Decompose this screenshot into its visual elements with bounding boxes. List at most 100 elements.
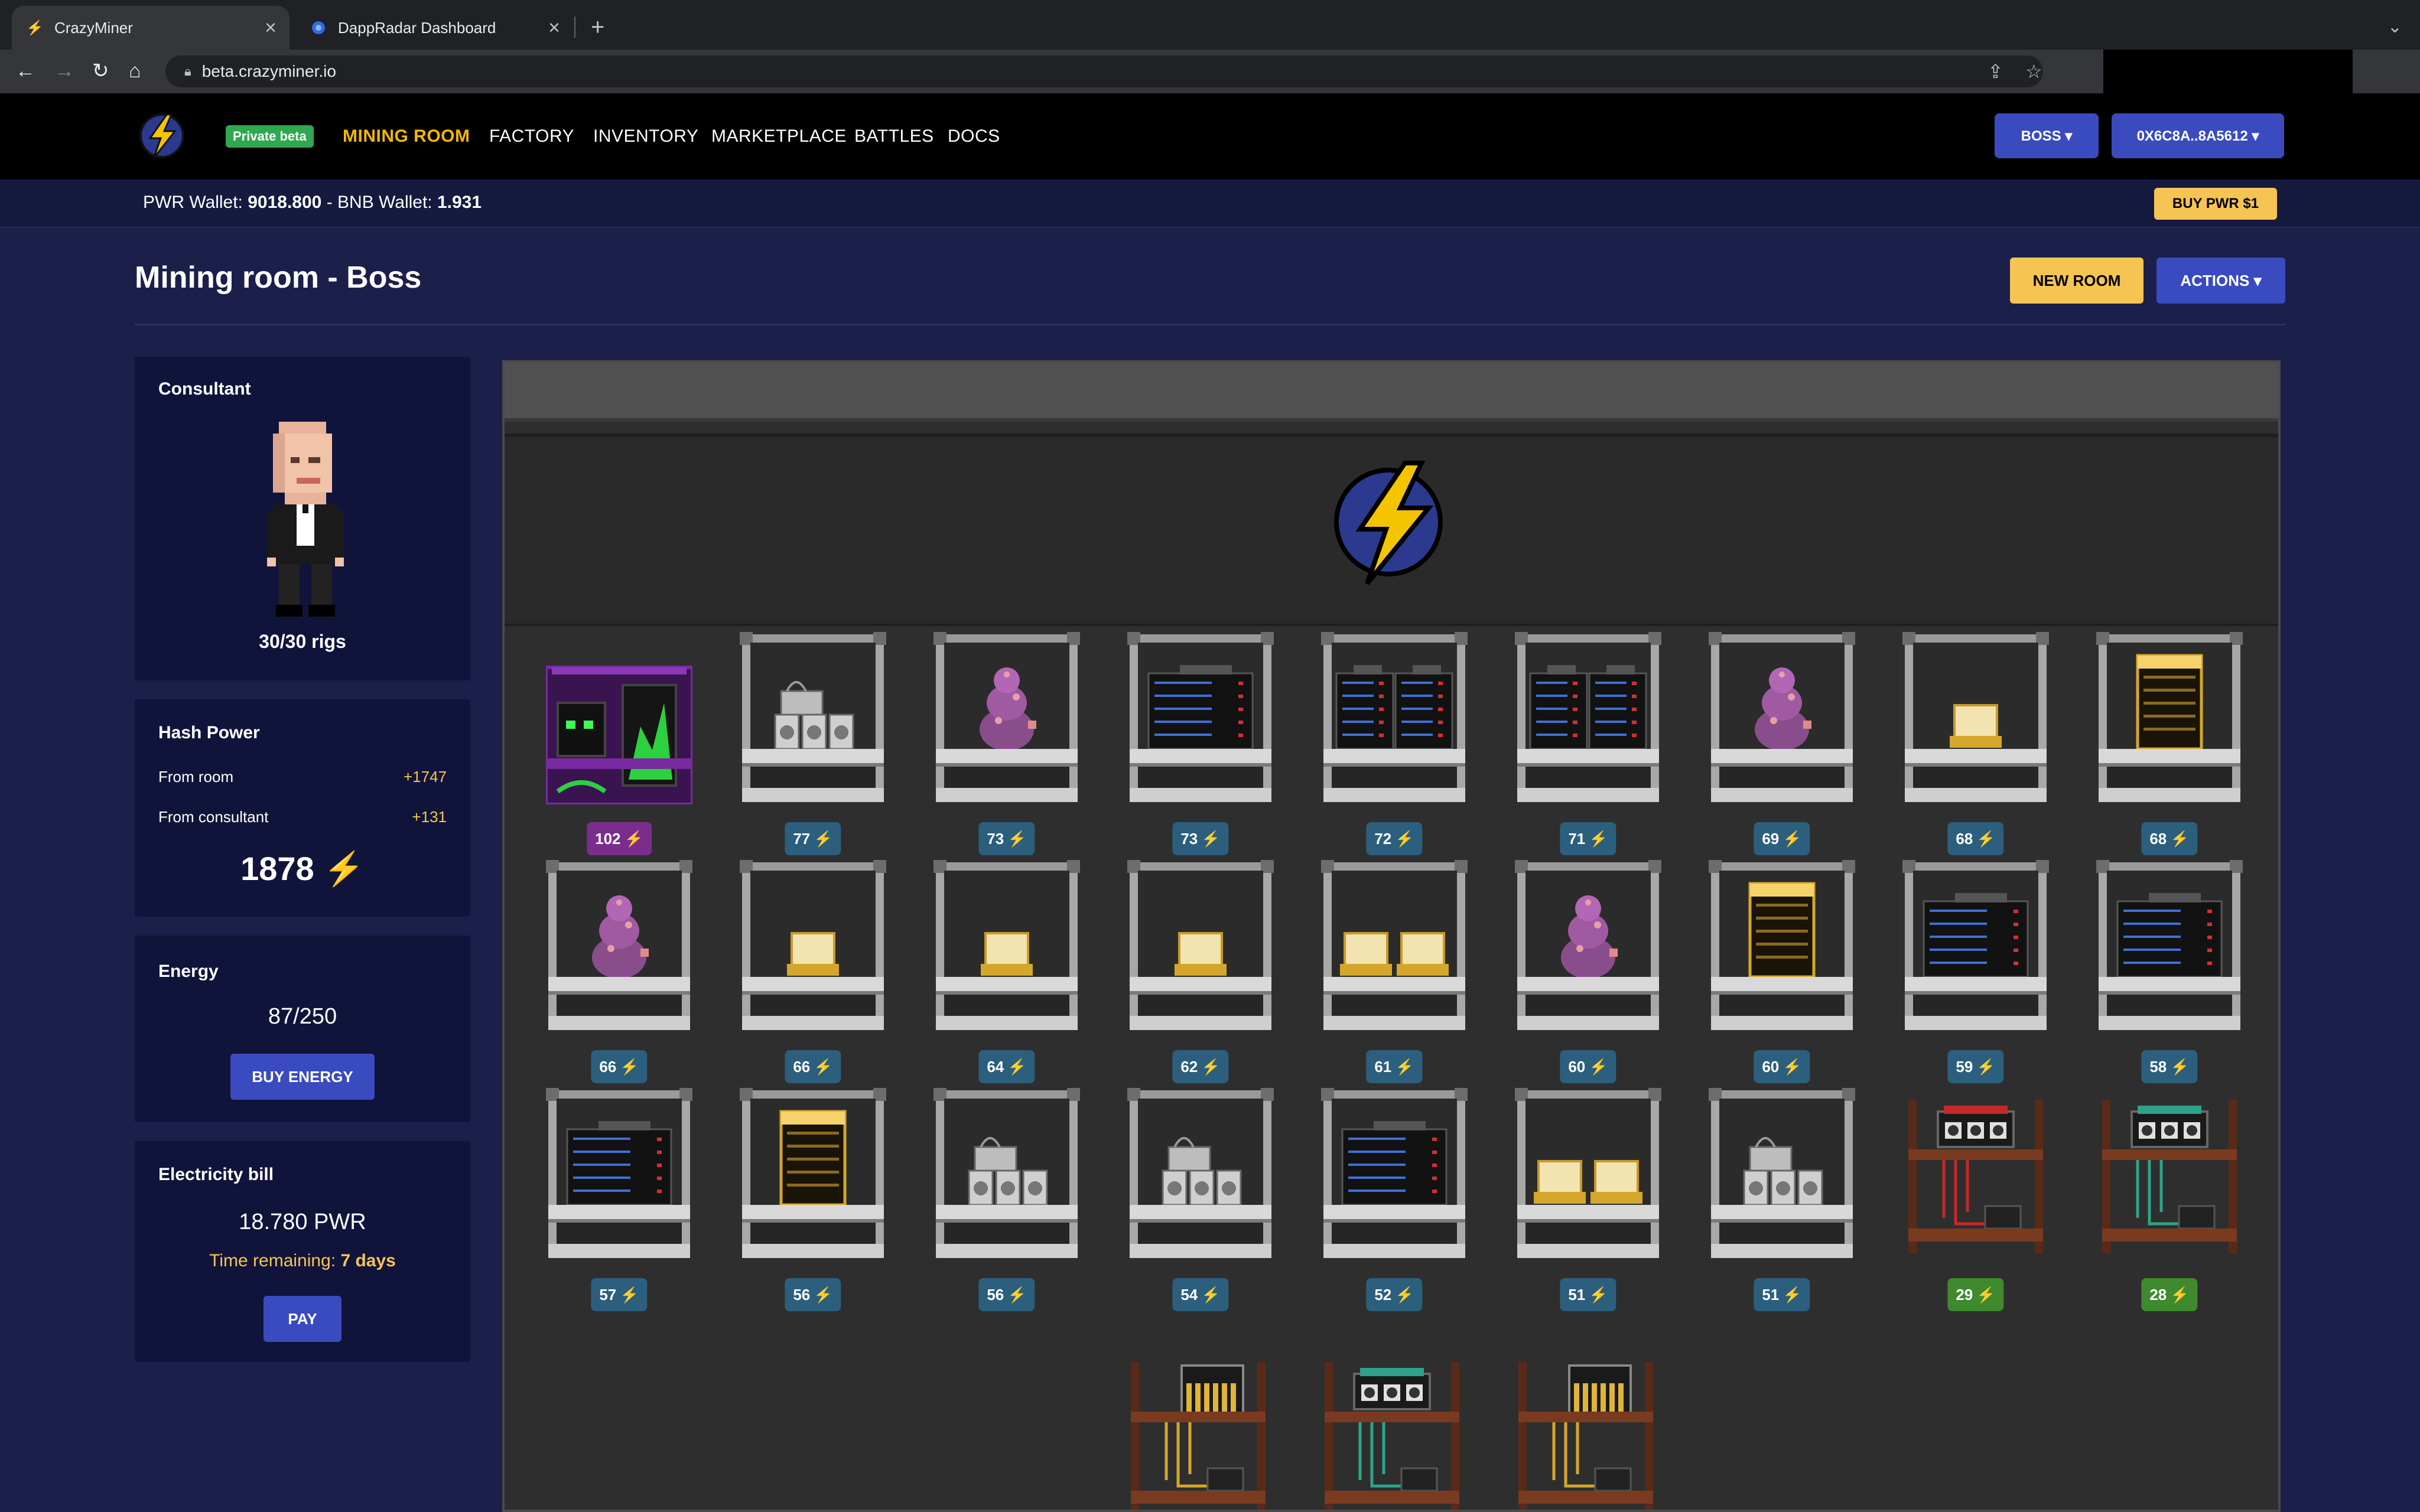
boss-dropdown-button[interactable]: BOSS ▾	[1995, 113, 2099, 158]
mining-rig-slot[interactable]: 61 ⚡	[1318, 860, 1471, 1083]
mining-rig-slot[interactable]: 56 ⚡	[930, 1088, 1084, 1311]
mining-rig-slot[interactable]: 71 ⚡	[1511, 632, 1665, 855]
nav-link-marketplace[interactable]: MARKETPLACE	[711, 126, 847, 146]
rig-hash-power-value: 62	[1180, 1057, 1198, 1076]
mining-rig-slot[interactable]: 51 ⚡	[1705, 1088, 1859, 1311]
nav-link-docs[interactable]: DOCS	[948, 126, 1000, 146]
rig-hash-power-value: 71	[1568, 829, 1586, 848]
mining-rig-slot[interactable]: 73 ⚡	[930, 632, 1084, 855]
rig-hash-power-badge: 64 ⚡	[978, 1050, 1035, 1083]
rig-hash-power-value: 60	[1762, 1057, 1780, 1076]
close-tab-icon[interactable]: ×	[265, 17, 277, 40]
mining-rig-slot[interactable]: 102 ⚡	[542, 632, 696, 855]
rig-hash-power-value: 66	[599, 1057, 617, 1076]
from-room-row: From room +1747	[158, 768, 447, 786]
mining-rig-slot[interactable]: 66 ⚡	[736, 860, 890, 1083]
energy-card: Energy 87/250 BUY ENERGY	[135, 936, 470, 1122]
tab-title: DappRadar Dashboard	[338, 18, 496, 37]
mining-rig-slot[interactable]: 51 ⚡	[1511, 1088, 1665, 1311]
rig-hash-power-value: 51	[1762, 1285, 1780, 1304]
mining-rig-slot[interactable]: 68 ⚡	[1899, 632, 2053, 855]
nav-link-factory[interactable]: FACTORY	[489, 126, 574, 146]
browser-tab-crazyminer[interactable]: ⚡ CrazyMiner ×	[12, 6, 290, 50]
rig-hash-power-value: 68	[1956, 829, 1973, 848]
mining-rig-slot[interactable]: 68 ⚡	[2093, 632, 2246, 855]
mining-rig-slot[interactable]: 69 ⚡	[1705, 632, 1859, 855]
mining-rig-slot[interactable]: ⚡	[1121, 1350, 1275, 1510]
rig-hash-power-badge: 102 ⚡	[587, 822, 652, 855]
rig-hash-power-badge: 57 ⚡	[591, 1278, 648, 1311]
mining-rig-slot[interactable]: 72 ⚡	[1318, 632, 1471, 855]
mining-rig-slot[interactable]: 64 ⚡	[930, 860, 1084, 1083]
pwr-wallet-value: 9018.800	[248, 193, 322, 212]
rig-hash-power-value: 61	[1374, 1057, 1392, 1076]
crazyminer-logo-icon[interactable]	[137, 111, 187, 161]
rig-hash-power-value: 57	[599, 1285, 617, 1304]
bolt-icon: ⚡	[814, 829, 833, 848]
buy-energy-button[interactable]: BUY ENERGY	[230, 1054, 375, 1100]
tab-separator	[574, 17, 575, 38]
mining-rig-slot[interactable]: 52 ⚡	[1318, 1088, 1471, 1311]
share-icon[interactable]: ⇪	[1988, 60, 2003, 83]
bolt-icon: ⚡	[1783, 829, 1802, 848]
consultant-avatar[interactable]	[267, 422, 344, 617]
bolt-icon: ⚡	[1007, 1057, 1027, 1076]
mining-rig-slot[interactable]: 60 ⚡	[1705, 860, 1859, 1083]
forward-icon[interactable]: →	[54, 59, 74, 83]
mining-rig-slot[interactable]: 73 ⚡	[1124, 632, 1277, 855]
room-ceiling	[505, 363, 2278, 422]
mining-rig-slot[interactable]: 56 ⚡	[736, 1088, 890, 1311]
bolt-icon: ⚡	[1395, 1057, 1414, 1076]
bolt-icon: ⚡	[1395, 829, 1414, 848]
bolt-icon: ⚡	[323, 850, 365, 887]
mining-rig-slot[interactable]: ⚡	[1509, 1350, 1663, 1510]
mining-rig-slot[interactable]: 28 ⚡	[2093, 1088, 2246, 1311]
browser-tab-dappradar[interactable]: DappRadar Dashboard ×	[295, 6, 573, 50]
reload-icon[interactable]: ↻	[92, 59, 109, 83]
wallet-balances: PWR Wallet: 9018.800 - BNB Wallet: 1.931	[143, 193, 482, 213]
mining-rig-slot[interactable]: 77 ⚡	[736, 632, 890, 855]
mining-rig-slot[interactable]: 66 ⚡	[542, 860, 696, 1083]
room-logo-icon	[1334, 461, 1443, 585]
bolt-icon: ⚡	[1976, 1057, 1996, 1076]
mining-rig-slot[interactable]: 59 ⚡	[1899, 860, 2053, 1083]
rig-hash-power-value: 56	[987, 1285, 1004, 1304]
new-room-button[interactable]: NEW ROOM	[2010, 258, 2143, 304]
mining-rig-slot[interactable]: 60 ⚡	[1511, 860, 1665, 1083]
nav-link-battles[interactable]: BATTLES	[854, 126, 934, 146]
bolt-icon: ⚡	[814, 1057, 833, 1076]
bnb-wallet-label: - BNB Wallet:	[321, 193, 437, 212]
rig-hash-power-badge: 69 ⚡	[1754, 822, 1810, 855]
pay-button[interactable]: PAY	[264, 1296, 341, 1342]
bolt-icon: ⚡	[1589, 829, 1608, 848]
rig-hash-power-badge: 73 ⚡	[1172, 822, 1229, 855]
home-icon[interactable]: ⌂	[129, 59, 141, 83]
rig-hash-power-badge: 59 ⚡	[1947, 1050, 2004, 1083]
nav-link-inventory[interactable]: INVENTORY	[593, 126, 698, 146]
wallet-address-dropdown-button[interactable]: 0X6C8A..8A5612 ▾	[2112, 113, 2284, 158]
back-icon[interactable]: ←	[15, 59, 35, 83]
bolt-icon: ⚡	[1976, 1285, 1996, 1304]
actions-dropdown-button[interactable]: ACTIONS ▾	[2156, 258, 2285, 304]
mining-rig-slot[interactable]: ⚡	[1315, 1350, 1469, 1510]
nav-link-mining-room[interactable]: MINING ROOM	[343, 126, 470, 146]
bolt-icon: ⚡	[1201, 1057, 1221, 1076]
new-tab-icon[interactable]: +	[591, 15, 604, 39]
mining-rig-slot[interactable]: 29 ⚡	[1899, 1088, 2053, 1311]
mining-rig-slot[interactable]: 54 ⚡	[1124, 1088, 1277, 1311]
time-remaining-value: 7 days	[340, 1251, 396, 1270]
rig-hash-power-badge: 51 ⚡	[1754, 1278, 1810, 1311]
mining-rig-slot[interactable]: 57 ⚡	[542, 1088, 696, 1311]
rig-hash-power-value: 102	[595, 829, 621, 848]
buy-pwr-button[interactable]: BUY PWR $1	[2154, 188, 2277, 220]
close-tab-icon[interactable]: ×	[548, 17, 560, 40]
mining-rig-slot[interactable]: 62 ⚡	[1124, 860, 1277, 1083]
bookmark-star-icon[interactable]: ☆	[2025, 60, 2042, 83]
address-bar[interactable]: 🔒︎ beta.crazyminer.io	[165, 56, 2043, 87]
rig-hash-power-value: 59	[1956, 1057, 1973, 1076]
room-banner	[505, 437, 2278, 626]
wallet-bar: PWR Wallet: 9018.800 - BNB Wallet: 1.931	[0, 180, 2420, 228]
bolt-favicon-icon: ⚡	[26, 19, 44, 36]
tab-search-chevron-icon[interactable]: ⌄	[2388, 17, 2402, 37]
mining-rig-slot[interactable]: 58 ⚡	[2093, 860, 2246, 1083]
